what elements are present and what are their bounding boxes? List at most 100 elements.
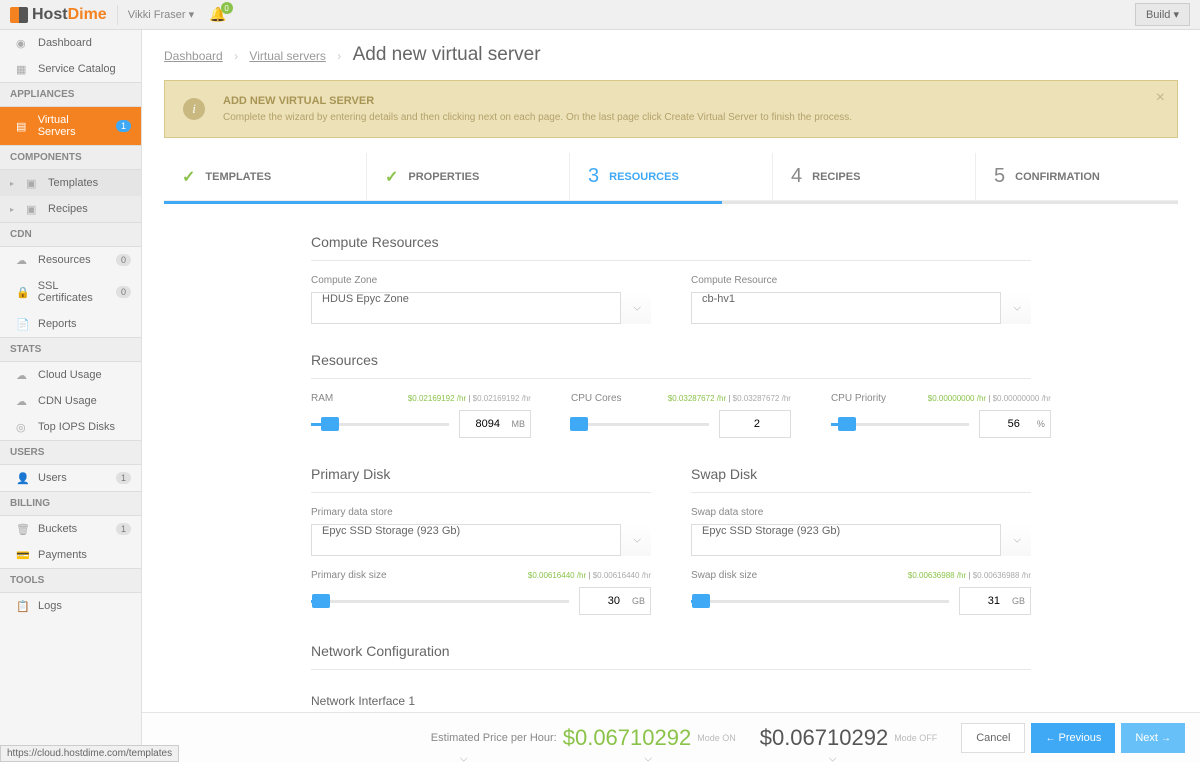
sidebar-ssl[interactable]: 🔒SSL Certificates0 xyxy=(0,273,141,311)
count-badge: 1 xyxy=(116,120,131,132)
next-button[interactable]: Next → xyxy=(1121,723,1185,753)
sidebar-heading-cdn: CDN xyxy=(0,222,141,247)
est-price-label: Estimated Price per Hour: xyxy=(431,732,557,744)
sidebar-recipes[interactable]: ▸▣Recipes xyxy=(0,196,141,222)
mode-on-label: Mode ON xyxy=(697,733,736,743)
compute-zone-label: Compute Zone xyxy=(311,275,651,286)
primary-size-price: $0.00616440 /hr | $0.00616440 /hr xyxy=(528,571,651,580)
previous-button[interactable]: ← Previous xyxy=(1031,723,1115,753)
footer-bar: Estimated Price per Hour: $0.06710292 Mo… xyxy=(142,712,1200,762)
primary-ds-select[interactable]: Epyc SSD Storage (923 Gb)⌵ xyxy=(311,524,651,556)
logo-host: Host xyxy=(32,6,68,23)
payment-icon: 💳 xyxy=(16,549,30,561)
ram-price: $0.02169192 /hr | $0.02169192 /hr xyxy=(408,394,531,403)
step-properties[interactable]: ✓PROPERTIES xyxy=(367,153,570,200)
priority-price: $0.00000000 /hr | $0.00000000 /hr xyxy=(928,394,1051,403)
mode-off-label: Mode OFF xyxy=(894,733,937,743)
topbar: HostDime Vikki Fraser ▾ 🔔 0 Build ▾ xyxy=(0,0,1200,30)
primary-size-label: Primary disk size xyxy=(311,570,387,581)
logo-icon xyxy=(10,7,28,23)
sidebar-logs[interactable]: 📋Logs xyxy=(0,593,141,619)
sidebar-payments[interactable]: 💳Payments xyxy=(0,542,141,568)
cpu-label: CPU Cores xyxy=(571,393,622,404)
gauge-icon: ◉ xyxy=(16,37,30,49)
breadcrumb-vs[interactable]: Virtual servers xyxy=(249,49,325,63)
step-resources[interactable]: 3RESOURCES xyxy=(570,153,773,200)
arrow-icon: ▸ xyxy=(10,205,14,214)
primary-size-slider[interactable] xyxy=(311,600,569,603)
sidebar-heading-stats: STATS xyxy=(0,337,141,362)
close-icon[interactable]: × xyxy=(1156,89,1165,107)
sidebar-service-catalog[interactable]: ▦Service Catalog xyxy=(0,56,141,82)
check-icon: ✓ xyxy=(385,167,398,187)
count-badge: 1 xyxy=(116,523,131,535)
swap-ds-select[interactable]: Epyc SSD Storage (923 Gb)⌵ xyxy=(691,524,1031,556)
section-swap-disk: Swap Disk xyxy=(691,456,1031,493)
breadcrumb: Dashboard › Virtual servers › Add new vi… xyxy=(142,30,1200,80)
swap-size-slider[interactable] xyxy=(691,600,949,603)
sidebar-reports[interactable]: 📄Reports xyxy=(0,311,141,337)
priority-label: CPU Priority xyxy=(831,393,886,404)
info-title: ADD NEW VIRTUAL SERVER xyxy=(223,95,852,107)
ram-label: RAM xyxy=(311,393,333,404)
log-icon: 📋 xyxy=(16,600,30,612)
sidebar-buckets[interactable]: 🗑Buckets1 xyxy=(0,516,141,542)
status-bar-url: https://cloud.hostdime.com/templates xyxy=(0,745,179,762)
sidebar-heading-users: USERS xyxy=(0,440,141,465)
info-desc: Complete the wizard by entering details … xyxy=(223,112,852,123)
cdn-icon: ☁ xyxy=(16,395,30,407)
wizard-steps: ✓TEMPLATES ✓PROPERTIES 3RESOURCES 4RECIP… xyxy=(164,153,1178,201)
step-recipes[interactable]: 4RECIPES xyxy=(773,153,976,200)
sidebar-virtual-servers[interactable]: ▤Virtual Servers1 xyxy=(0,107,141,145)
cancel-button[interactable]: Cancel xyxy=(961,723,1025,753)
user-name: Vikki Fraser xyxy=(128,9,186,21)
logo[interactable]: HostDime xyxy=(10,6,107,24)
lock-icon: 🔒 xyxy=(16,286,30,298)
arrow-left-icon: ← xyxy=(1045,733,1055,744)
step-templates[interactable]: ✓TEMPLATES xyxy=(164,153,367,200)
cloud-icon: ☁ xyxy=(16,369,30,381)
sidebar-cdn-usage[interactable]: ☁CDN Usage xyxy=(0,388,141,414)
sidebar-templates[interactable]: ▸▣Templates xyxy=(0,170,141,196)
chevron-down-icon: ▾ xyxy=(189,9,195,21)
count-badge: 0 xyxy=(116,254,131,266)
sidebar-cloud-usage[interactable]: ☁Cloud Usage xyxy=(0,362,141,388)
breadcrumb-dashboard[interactable]: Dashboard xyxy=(164,49,223,63)
catalog-icon: ▦ xyxy=(16,63,30,75)
sidebar-dashboard[interactable]: ◉Dashboard xyxy=(0,30,141,56)
chevron-right-icon: › xyxy=(234,49,238,63)
swap-ds-label: Swap data store xyxy=(691,507,1031,518)
section-resources: Resources xyxy=(311,342,1031,379)
sidebar-top-iops[interactable]: ◎Top IOPS Disks xyxy=(0,414,141,440)
sidebar: ◉Dashboard ▦Service Catalog APPLIANCES ▤… xyxy=(0,30,142,762)
main-content: Dashboard › Virtual servers › Add new vi… xyxy=(142,30,1200,762)
recipe-icon: ▣ xyxy=(26,203,40,215)
ram-slider[interactable] xyxy=(311,423,449,426)
chevron-down-icon: ▾ xyxy=(1173,9,1179,21)
section-primary-disk: Primary Disk xyxy=(311,456,651,493)
compute-resource-label: Compute Resource xyxy=(691,275,1031,286)
user-icon: 👤 xyxy=(16,472,30,484)
section-compute-resources: Compute Resources xyxy=(311,224,1031,261)
arrow-icon: ▸ xyxy=(10,179,14,188)
info-icon: i xyxy=(183,98,205,120)
bucket-icon: 🗑 xyxy=(16,523,30,535)
sidebar-users[interactable]: 👤Users1 xyxy=(0,465,141,491)
progress-bar xyxy=(164,201,1178,204)
swap-size-label: Swap disk size xyxy=(691,570,757,581)
cpu-input[interactable] xyxy=(719,410,791,438)
compute-zone-select[interactable]: HDUS Epyc Zone⌵ xyxy=(311,292,651,324)
cpu-slider[interactable] xyxy=(571,423,709,426)
logo-dime: Dime xyxy=(68,6,107,23)
compute-resource-select[interactable]: cb-hv1⌵ xyxy=(691,292,1031,324)
priority-slider[interactable] xyxy=(831,423,969,426)
notif-badge: 0 xyxy=(221,2,233,14)
disk-icon: ◎ xyxy=(16,421,30,433)
sidebar-resources[interactable]: ☁Resources0 xyxy=(0,247,141,273)
report-icon: 📄 xyxy=(16,318,30,330)
step-confirmation[interactable]: 5CONFIRMATION xyxy=(976,153,1178,200)
notification-bell[interactable]: 🔔 0 xyxy=(209,6,226,23)
user-menu[interactable]: Vikki Fraser ▾ xyxy=(128,8,194,21)
build-button[interactable]: Build ▾ xyxy=(1135,3,1190,26)
swap-size-price: $0.00636988 /hr | $0.00636988 /hr xyxy=(908,571,1031,580)
